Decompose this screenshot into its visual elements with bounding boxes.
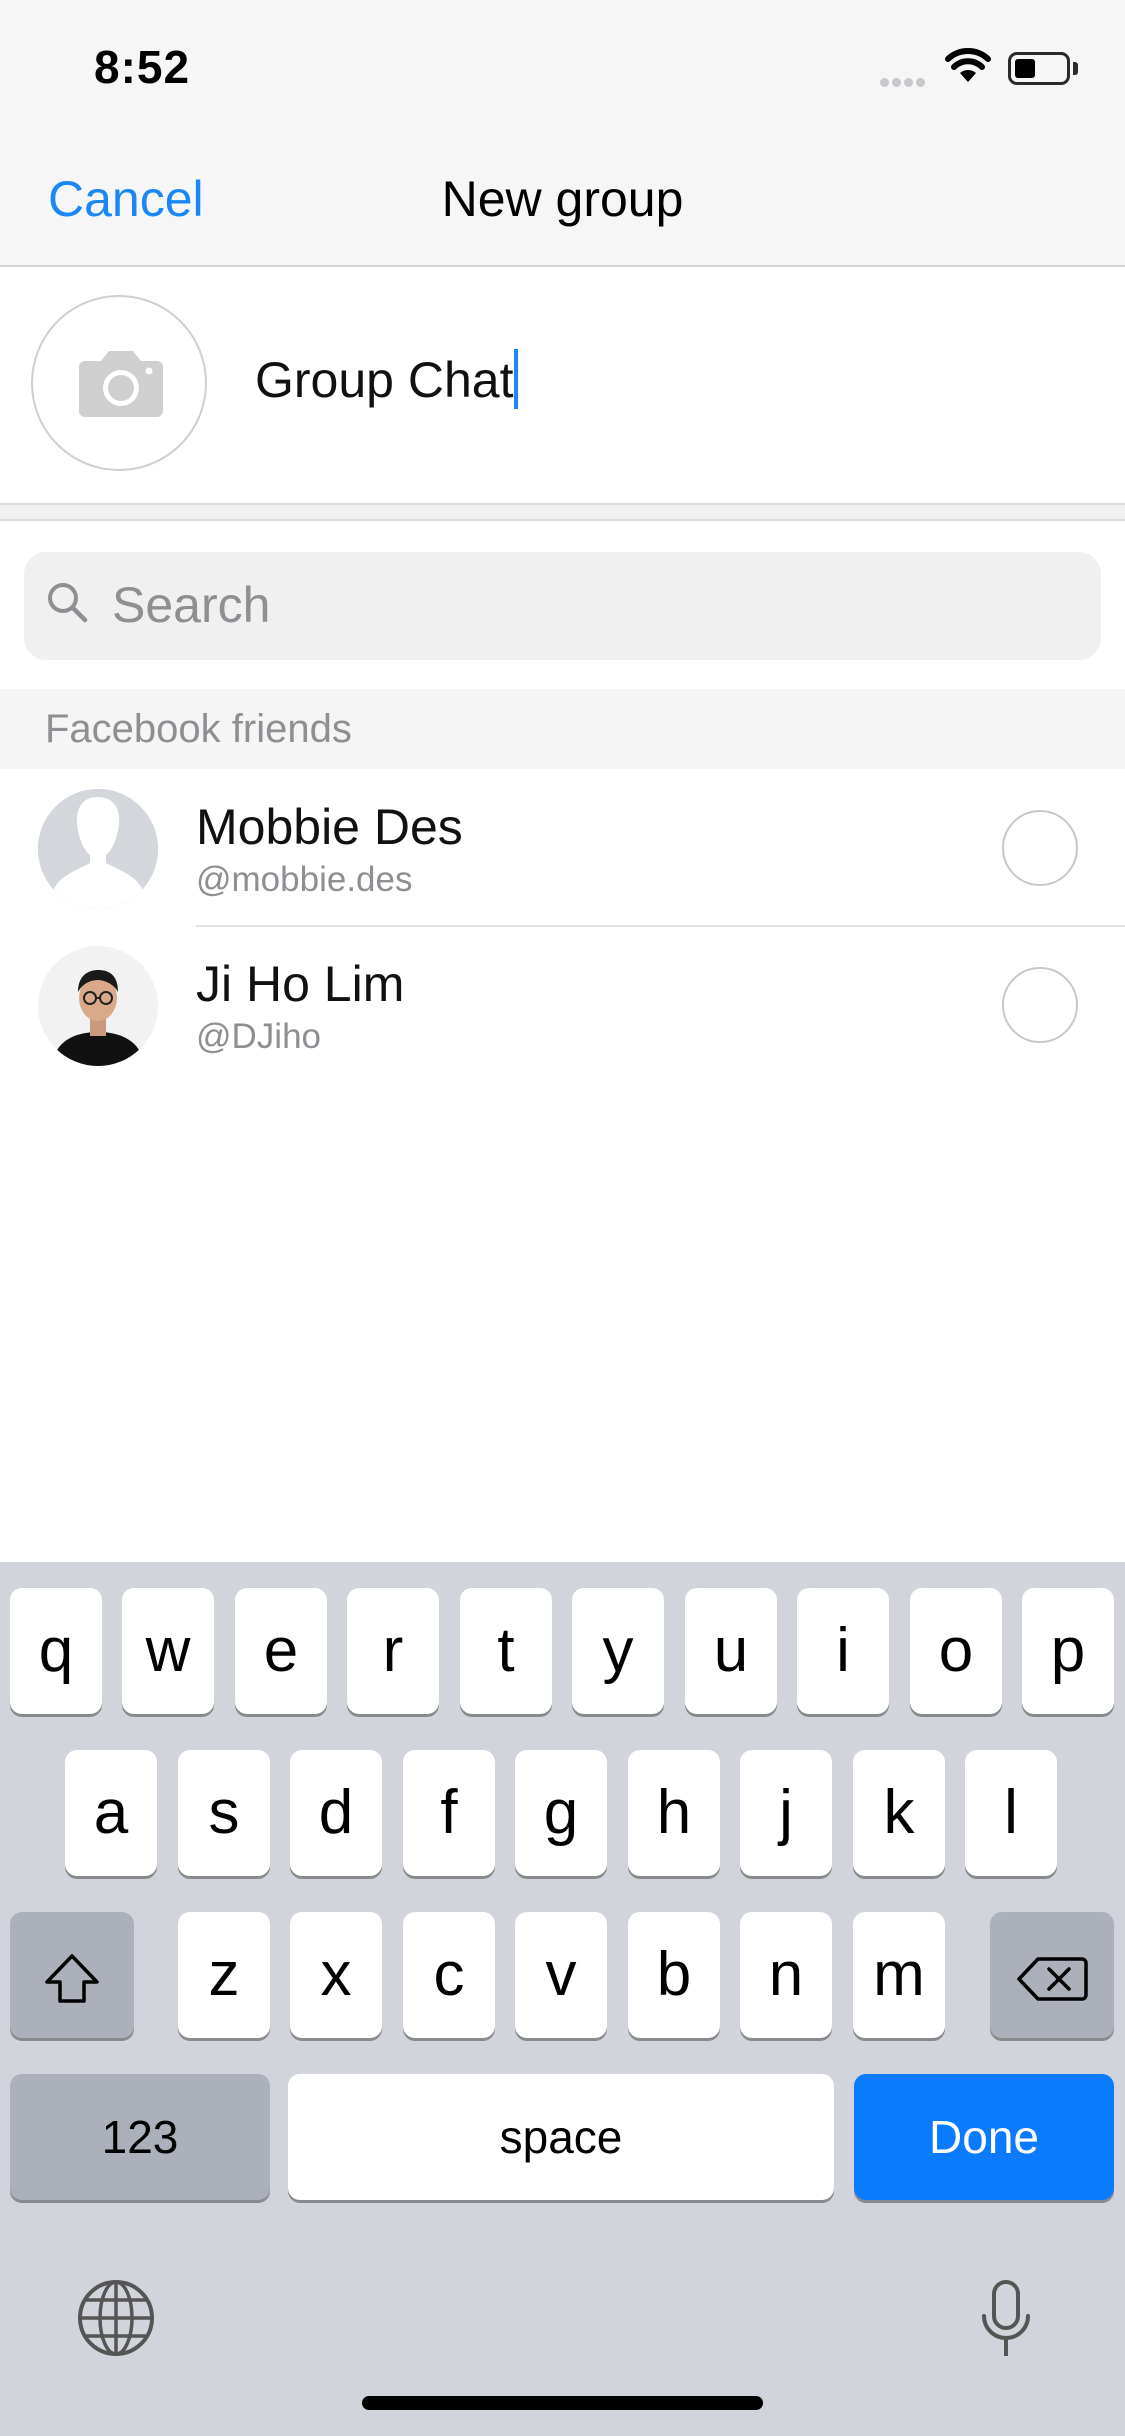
section-divider [0, 503, 1125, 521]
space-key[interactable]: space [288, 2074, 834, 2200]
key-g[interactable]: g [515, 1750, 607, 1876]
select-friend-checkbox[interactable] [1002, 810, 1078, 886]
group-name-value: Group Chat [255, 352, 514, 408]
key-a[interactable]: a [65, 1750, 157, 1876]
group-name-input[interactable]: Group Chat [255, 349, 519, 409]
battery-icon [1008, 52, 1070, 85]
key-j[interactable]: j [740, 1750, 832, 1876]
friend-row[interactable]: Ji Ho Lim @DJiho [0, 927, 1125, 1083]
section-header: Facebook friends [0, 689, 1125, 769]
key-z[interactable]: z [178, 1912, 270, 2038]
key-o[interactable]: o [910, 1588, 1002, 1714]
key-n[interactable]: n [740, 1912, 832, 2038]
shift-key[interactable] [10, 1912, 134, 2038]
status-time: 8:52 [94, 41, 191, 93]
friend-name: Mobbie Des [196, 799, 463, 855]
battery-cap [1073, 62, 1078, 75]
home-indicator[interactable] [362, 2396, 763, 2410]
numbers-key[interactable]: 123 [10, 2074, 270, 2200]
key-s[interactable]: s [178, 1750, 270, 1876]
globe-icon[interactable] [76, 2278, 156, 2363]
shift-icon [45, 1953, 99, 2003]
group-photo-button[interactable] [31, 295, 207, 471]
text-cursor [514, 349, 519, 409]
done-key[interactable]: Done [854, 2074, 1114, 2200]
key-l[interactable]: l [965, 1750, 1057, 1876]
avatar-placeholder [38, 789, 158, 909]
key-w[interactable]: w [122, 1588, 214, 1714]
friend-name: Ji Ho Lim [196, 956, 405, 1012]
search-placeholder: Search [112, 577, 271, 633]
select-friend-checkbox[interactable] [1002, 967, 1078, 1043]
wifi-icon [945, 48, 991, 89]
backspace-icon [1017, 1956, 1088, 2001]
key-q[interactable]: q [10, 1588, 102, 1714]
key-f[interactable]: f [403, 1750, 495, 1876]
section-header-label: Facebook friends [45, 707, 352, 751]
microphone-icon[interactable] [978, 2278, 1034, 2367]
key-y[interactable]: y [572, 1588, 664, 1714]
avatar [38, 946, 158, 1066]
search-icon [48, 583, 88, 623]
key-d[interactable]: d [290, 1750, 382, 1876]
friend-row[interactable]: Mobbie Des @mobbie.des [0, 770, 1125, 926]
key-r[interactable]: r [347, 1588, 439, 1714]
friend-handle: @DJiho [196, 1017, 322, 1056]
key-v[interactable]: v [515, 1912, 607, 2038]
key-i[interactable]: i [797, 1588, 889, 1714]
friend-handle: @mobbie.des [196, 860, 413, 899]
camera-icon [79, 351, 163, 417]
key-x[interactable]: x [290, 1912, 382, 2038]
key-b[interactable]: b [628, 1912, 720, 2038]
cellular-signal-icon [880, 74, 928, 92]
key-c[interactable]: c [403, 1912, 495, 2038]
key-p[interactable]: p [1022, 1588, 1114, 1714]
search-input[interactable]: Search [24, 552, 1101, 660]
page-title: New group [441, 171, 684, 227]
key-k[interactable]: k [853, 1750, 945, 1876]
delete-key[interactable] [990, 1912, 1114, 2038]
key-h[interactable]: h [628, 1750, 720, 1876]
key-u[interactable]: u [685, 1588, 777, 1714]
navigation-header: 8:52 Cancel New group [0, 0, 1125, 267]
key-m[interactable]: m [853, 1912, 945, 2038]
key-t[interactable]: t [460, 1588, 552, 1714]
key-e[interactable]: e [235, 1588, 327, 1714]
